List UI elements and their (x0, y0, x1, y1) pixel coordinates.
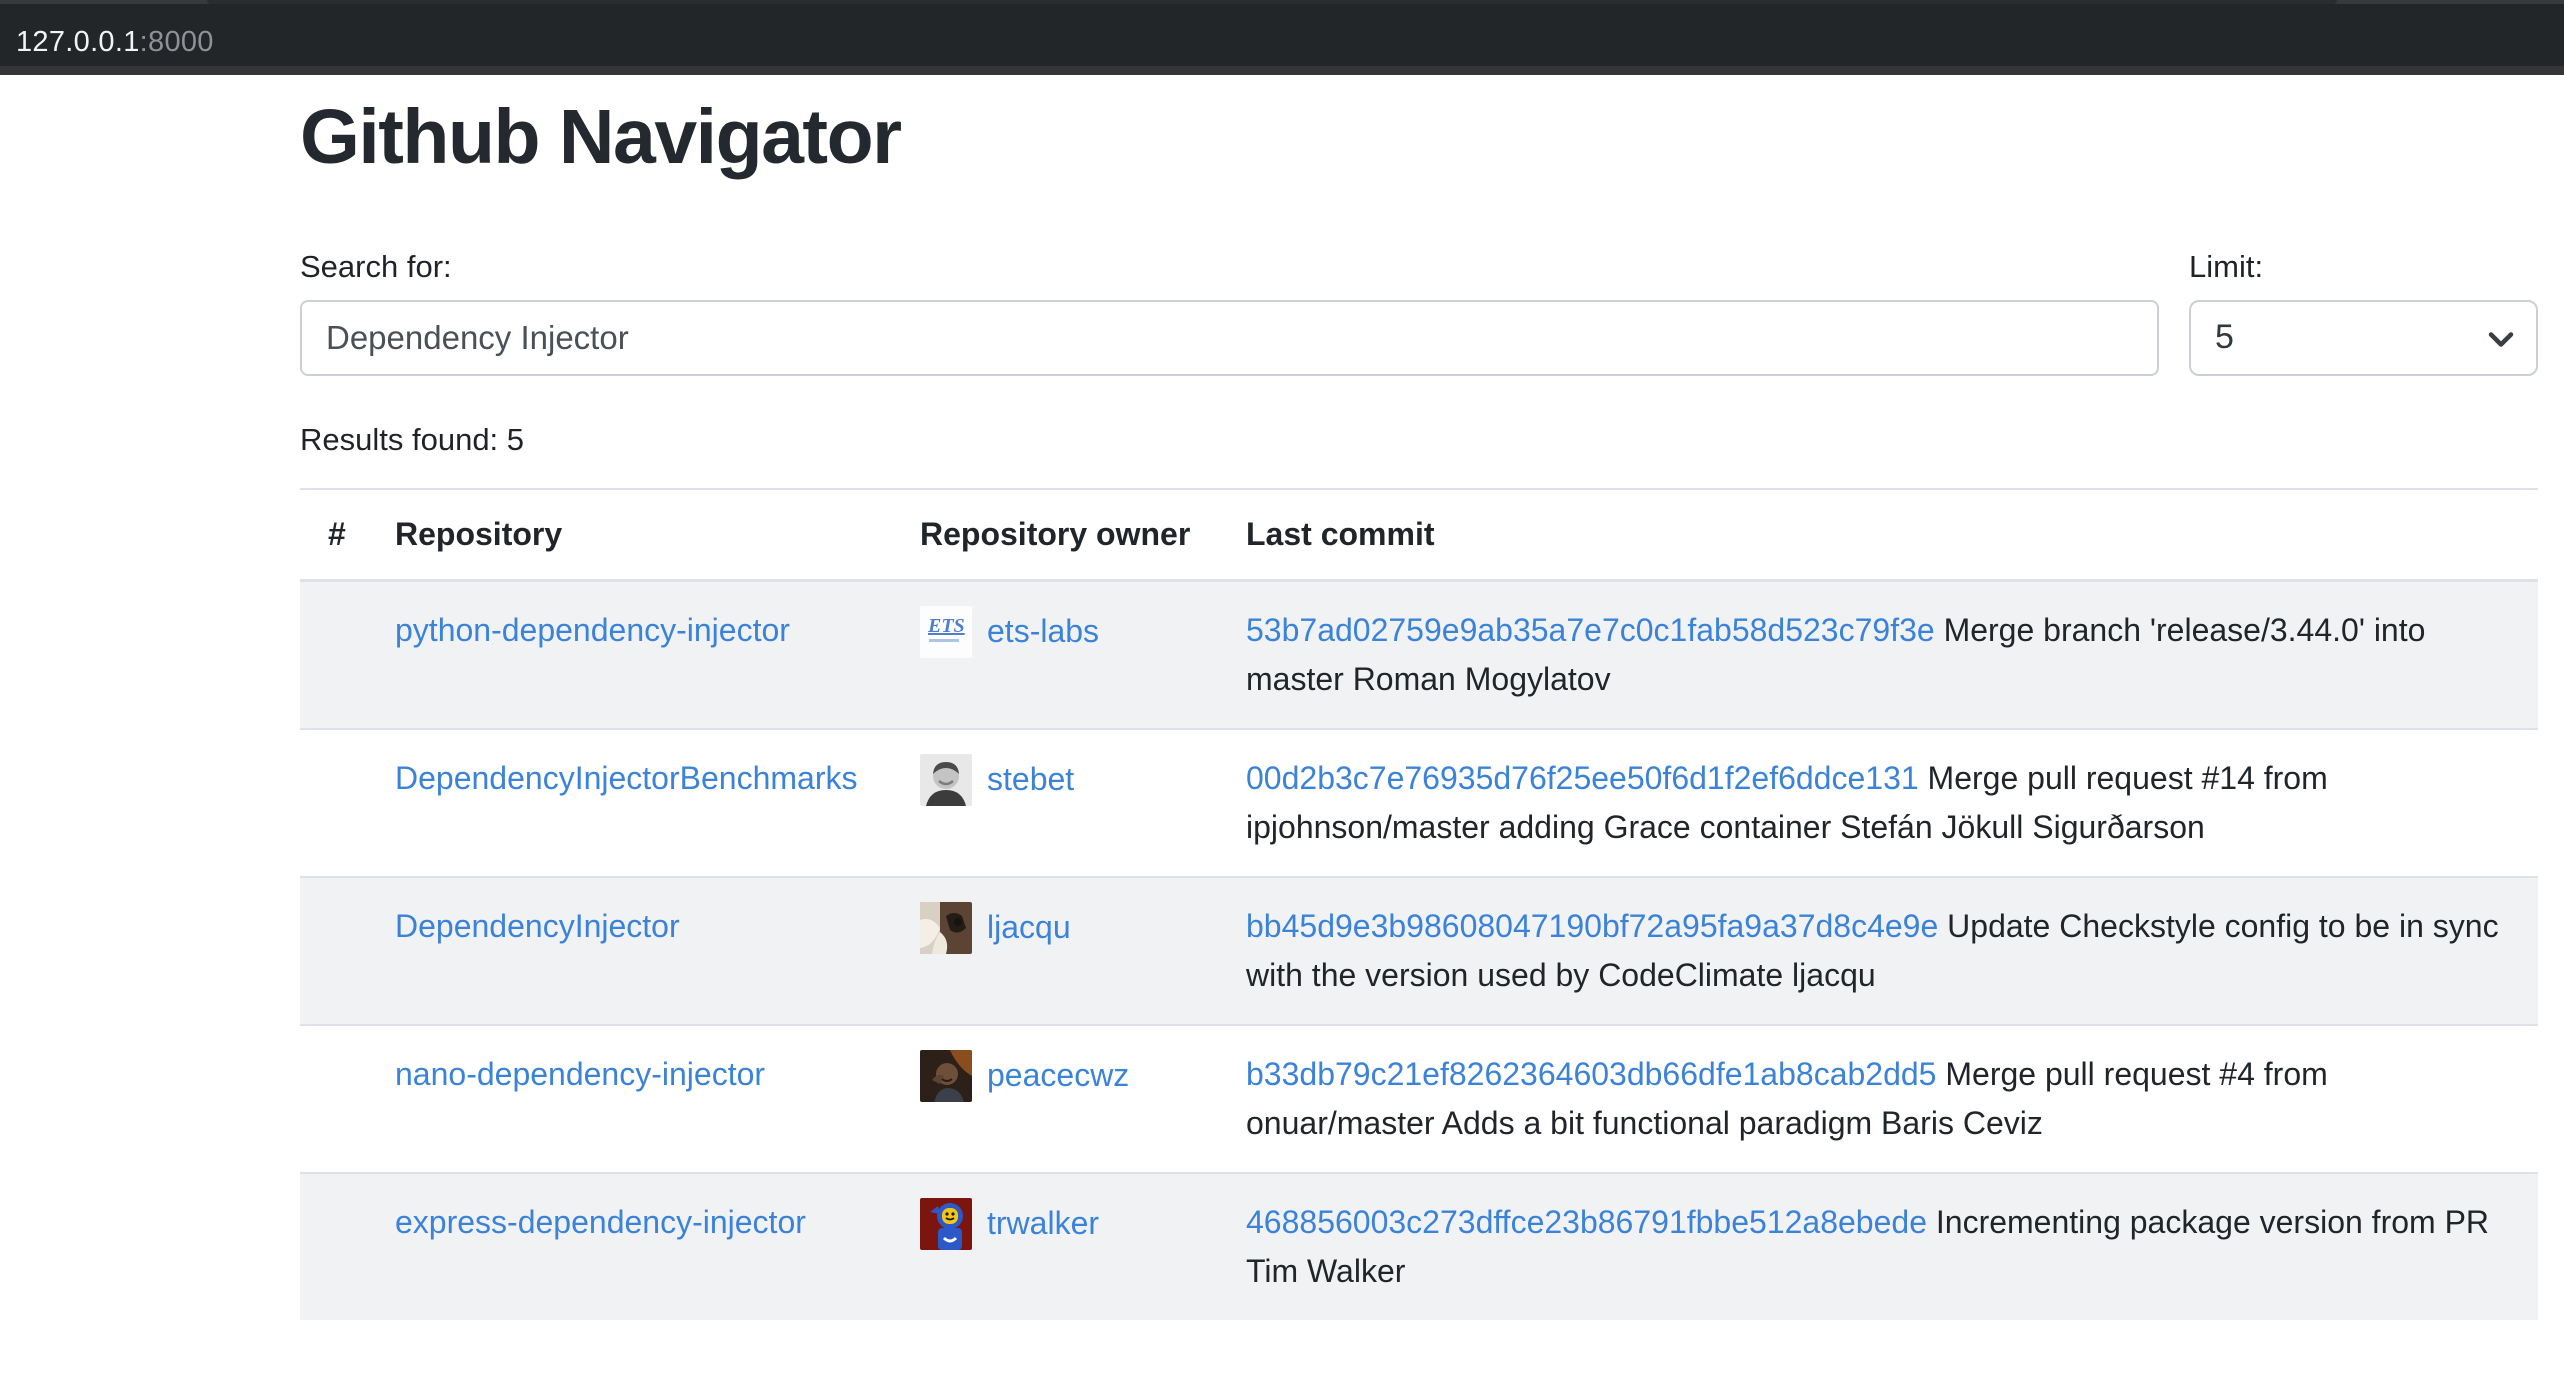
search-column: Search for: (300, 249, 2159, 376)
row-index (300, 1025, 395, 1173)
owner-avatar-ets-labs-logo: ETS (920, 606, 972, 658)
commit-hash-link[interactable]: bb45d9e3b98608047190bf72a95fa9a37d8c4e9e (1246, 908, 1938, 944)
results-count: Results found: 5 (300, 422, 2538, 458)
owner-link[interactable]: ets-labs (987, 607, 1099, 656)
table-row: nano-dependency-injector (300, 1025, 2538, 1173)
url-port: :8000 (140, 26, 214, 58)
table-row: python-dependency-injector ETS ets-labs (300, 580, 2538, 729)
search-form: Search for: Limit: 5 (300, 249, 2538, 376)
table-row: DependencyInjectorBenchmarks (300, 729, 2538, 877)
limit-column: Limit: 5 (2189, 249, 2538, 376)
repository-link[interactable]: DependencyInjector (395, 908, 680, 944)
owner-cell: stebet (920, 754, 1222, 806)
table-row: express-dependency-injector (300, 1173, 2538, 1320)
limit-label: Limit: (2189, 249, 2538, 285)
commit-hash-link[interactable]: 53b7ad02759e9ab35a7e7c0c1fab58d523c79f3e (1246, 612, 1935, 648)
row-index (300, 1173, 395, 1320)
repository-link[interactable]: express-dependency-injector (395, 1204, 806, 1240)
column-header-last-commit: Last commit (1246, 489, 2538, 581)
owner-link[interactable]: trwalker (987, 1199, 1099, 1248)
owner-avatar-selfie (920, 1050, 972, 1102)
browser-top-bar: 127.0.0.1:8000 (0, 0, 2564, 75)
owner-link[interactable]: peacecwz (987, 1051, 1129, 1100)
owner-avatar-lego-spaceman (920, 1198, 972, 1250)
table-header-row: # Repository Repository owner Last commi… (300, 489, 2538, 581)
owner-link[interactable]: ljacqu (987, 903, 1071, 952)
row-index (300, 580, 395, 729)
address-bar[interactable]: 127.0.0.1:8000 (16, 26, 214, 59)
row-index (300, 729, 395, 877)
owner-cell: ljacqu (920, 902, 1222, 954)
page-title: Github Navigator (300, 75, 2538, 183)
column-header-repository: Repository (395, 489, 920, 581)
owner-avatar-portrait (920, 754, 972, 806)
svg-text:ETS: ETS (927, 615, 965, 637)
page-content: Github Navigator Search for: Limit: 5 Re… (300, 75, 2538, 1320)
column-header-index: # (300, 489, 395, 581)
owner-cell: ETS ets-labs (920, 606, 1222, 658)
repository-link[interactable]: python-dependency-injector (395, 612, 790, 648)
repository-link[interactable]: nano-dependency-injector (395, 1056, 765, 1092)
row-index (300, 877, 395, 1025)
owner-link[interactable]: stebet (987, 755, 1074, 804)
browser-bar-bottom-edge (0, 66, 2564, 75)
commit-hash-link[interactable]: 468856003c273dffce23b86791fbbe512a8ebede (1246, 1204, 1927, 1240)
owner-avatar-cats (920, 902, 972, 954)
commit-hash-link[interactable]: b33db79c21ef8262364603db66dfe1ab8cab2dd5 (1246, 1056, 1936, 1092)
url-host: 127.0.0.1 (16, 26, 140, 58)
column-header-owner: Repository owner (920, 489, 1246, 581)
commit-hash-link[interactable]: 00d2b3c7e76935d76f25ee50f6d1f2ef6ddce131 (1246, 760, 1919, 796)
browser-active-tab-edge (207, 0, 2337, 4)
owner-cell: trwalker (920, 1198, 1222, 1250)
owner-cell: peacecwz (920, 1050, 1222, 1102)
search-input[interactable] (300, 300, 2159, 376)
chevron-down-icon (2488, 318, 2514, 357)
results-table: # Repository Repository owner Last commi… (300, 488, 2538, 1320)
repository-link[interactable]: DependencyInjectorBenchmarks (395, 760, 857, 796)
search-label: Search for: (300, 249, 2159, 285)
table-row: DependencyInjector (300, 877, 2538, 1025)
limit-selected-value: 5 (2215, 318, 2234, 357)
limit-select[interactable]: 5 (2189, 300, 2538, 376)
